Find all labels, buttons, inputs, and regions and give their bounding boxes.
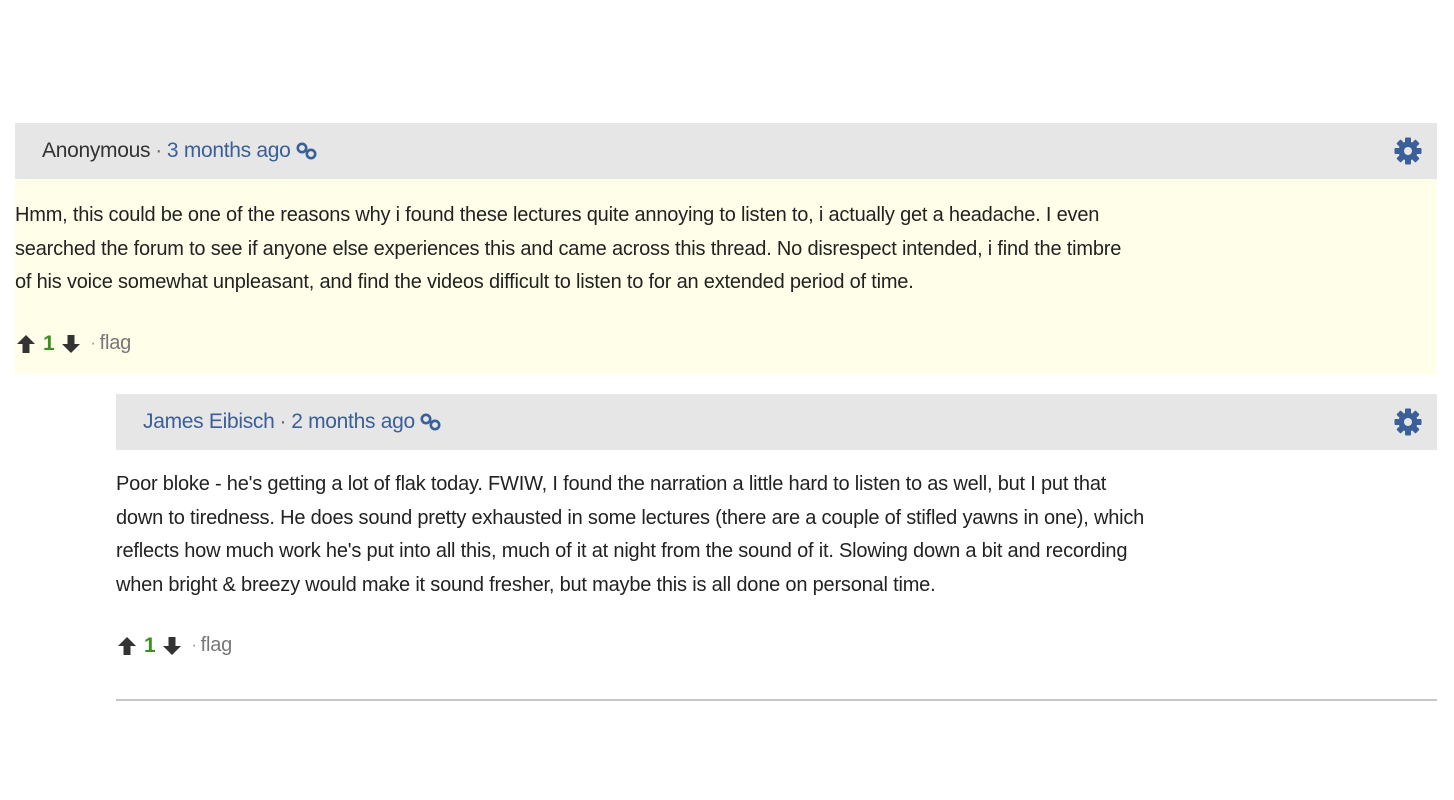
gear-icon[interactable] bbox=[1393, 407, 1423, 437]
comment-timestamp-link[interactable]: 3 months ago bbox=[167, 139, 291, 163]
comment-text-line: down to tiredness. He does sound pretty … bbox=[116, 506, 1145, 529]
flag-link[interactable]: flag bbox=[201, 629, 233, 663]
comment-james-eibisch: James Eibisch · 2 months ago Poor bloke … bbox=[116, 394, 1437, 661]
arrow-down-icon[interactable] bbox=[161, 635, 183, 657]
vote-controls: 1 · flag bbox=[116, 631, 1437, 661]
vote-controls: 1 · flag bbox=[15, 329, 1437, 359]
comment-body: Hmm, this could be one of the reasons wh… bbox=[15, 179, 1437, 374]
arrow-up-icon[interactable] bbox=[15, 333, 37, 355]
meta-separator: · bbox=[279, 410, 287, 433]
thread-divider bbox=[116, 699, 1437, 701]
meta-separator: · bbox=[155, 139, 162, 162]
vote-score: 1 bbox=[144, 634, 156, 658]
comment-author: Anonymous bbox=[42, 139, 151, 162]
comment-author-link[interactable]: James Eibisch bbox=[143, 410, 275, 434]
comment-anonymous: Anonymous · 3 months ago Hmm, this could… bbox=[15, 123, 1437, 374]
comment-timestamp-link[interactable]: 2 months ago bbox=[291, 410, 415, 434]
vote-score: 1 bbox=[43, 331, 55, 355]
comment-text-line: Hmm, this could be one of the reasons wh… bbox=[15, 204, 1100, 226]
flag-separator: · bbox=[191, 637, 197, 655]
comment-text-line: searched the forum to see if anyone else… bbox=[15, 237, 1122, 260]
arrow-up-icon[interactable] bbox=[116, 635, 138, 657]
comment-header: James Eibisch · 2 months ago bbox=[116, 394, 1437, 450]
comment-meta: Anonymous · 3 months ago bbox=[42, 139, 319, 163]
link-icon[interactable] bbox=[419, 412, 443, 432]
comment-text-line: Poor bloke - he's getting a lot of flak … bbox=[116, 473, 1107, 495]
gear-icon[interactable] bbox=[1393, 136, 1423, 166]
comment-meta: James Eibisch · 2 months ago bbox=[143, 410, 443, 434]
flag-link[interactable]: flag bbox=[100, 327, 132, 361]
comment-text-line: of his voice somewhat unpleasant, and fi… bbox=[15, 271, 914, 293]
comment-text-line: reflects how much work he's put into all… bbox=[116, 540, 1128, 562]
flag-separator: · bbox=[90, 334, 96, 352]
comment-body: Poor bloke - he's getting a lot of flak … bbox=[116, 450, 1437, 661]
comment-text-line: when bright & breezy would make it sound… bbox=[116, 573, 936, 596]
arrow-down-icon[interactable] bbox=[60, 333, 82, 355]
link-icon[interactable] bbox=[295, 141, 319, 161]
comment-header: Anonymous · 3 months ago bbox=[15, 123, 1437, 179]
